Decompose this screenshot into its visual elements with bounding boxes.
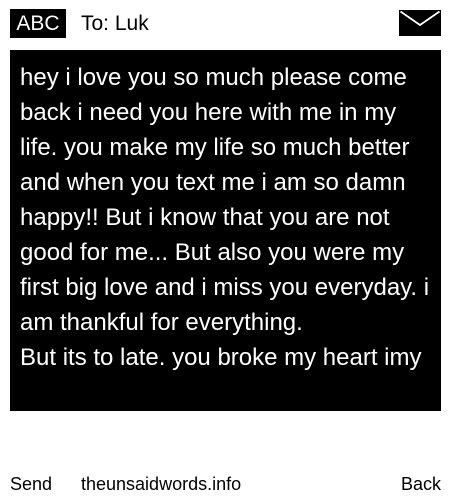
message-body[interactable]: hey i love you so much please come back … <box>10 50 441 411</box>
message-text: hey i love you so much please come back … <box>20 64 430 371</box>
back-softkey[interactable]: Back <box>401 472 441 496</box>
send-softkey[interactable]: Send <box>10 472 52 496</box>
site-credit: theunsaidwords.info <box>81 474 242 494</box>
input-mode-indicator: ABC <box>10 9 66 38</box>
recipient-field[interactable]: To: Luk <box>81 9 149 38</box>
envelope-icon <box>399 10 441 36</box>
